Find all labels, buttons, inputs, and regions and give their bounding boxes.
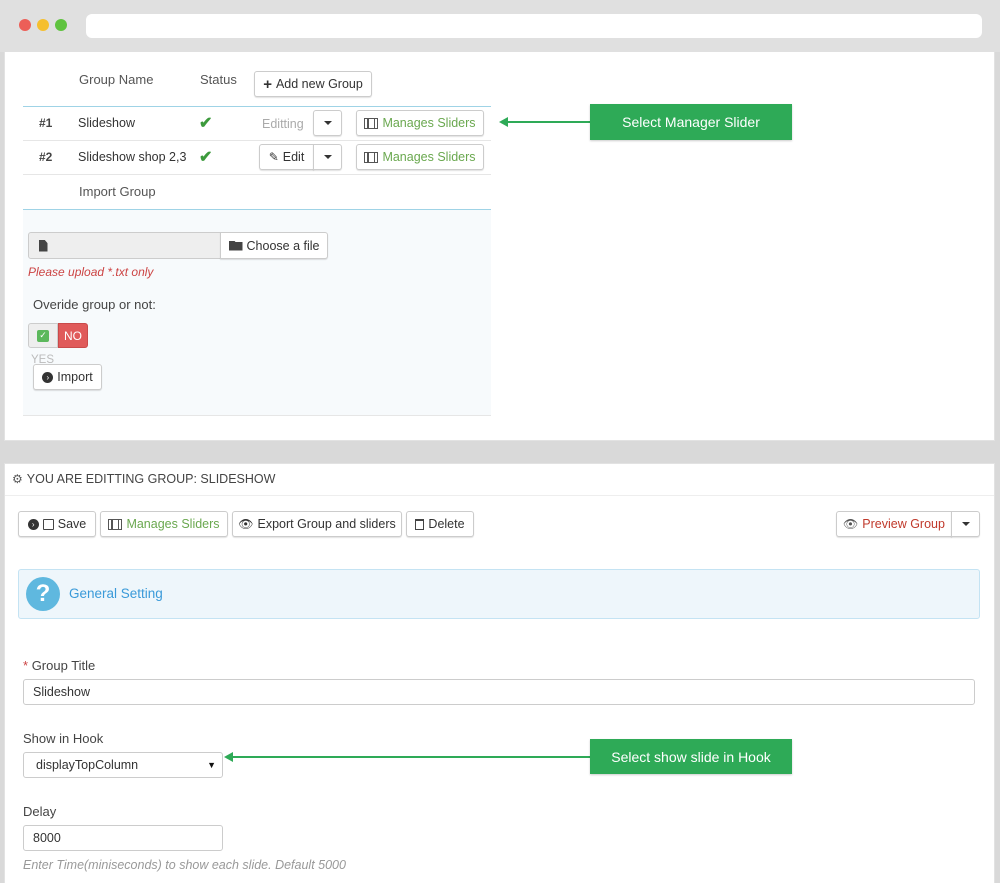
manages-sliders-button[interactable]: Manages Sliders: [356, 110, 484, 136]
callout-select-manager: Select Manager Slider: [590, 104, 792, 140]
preview-group-button[interactable]: 👁 Preview Group: [836, 511, 952, 537]
row-number: #1: [39, 116, 53, 130]
floppy-icon: [42, 518, 54, 530]
arrow-circle-right-icon: ›: [27, 518, 39, 530]
checkbox-checked-icon: ✓: [37, 329, 49, 342]
delay-hint: Enter Time(miniseconds) to show each sli…: [23, 858, 346, 872]
row-divider: [23, 140, 491, 141]
file-icon: [28, 232, 58, 259]
override-label: Overide group or not:: [33, 297, 156, 312]
row-number: #2: [39, 150, 53, 164]
check-icon: ✔: [199, 115, 213, 132]
panel-heading-divider: [5, 495, 994, 496]
cogs-icon: ⚙: [12, 472, 23, 486]
hook-label: Show in Hook: [23, 731, 104, 746]
callout-select-hook: Select show slide in Hook: [590, 739, 792, 774]
general-setting-title: General Setting: [69, 586, 163, 601]
column-header-group-name: Group Name: [79, 72, 154, 87]
close-window-icon[interactable]: [19, 19, 31, 31]
group-name: Slideshow: [78, 116, 135, 130]
save-button[interactable]: › Save: [18, 511, 96, 537]
table-header-divider: [23, 106, 491, 107]
caret-down-icon: [323, 121, 332, 125]
trash-icon: [415, 518, 425, 530]
delay-input[interactable]: 8000: [23, 825, 223, 851]
manages-sliders-button[interactable]: Manages Sliders: [100, 511, 228, 537]
column-header-status: Status: [200, 72, 237, 87]
import-button[interactable]: › Import: [33, 364, 102, 390]
minimize-window-icon[interactable]: [37, 19, 49, 31]
address-bar[interactable]: [86, 14, 982, 38]
hook-select[interactable]: displayTopColumn ▼: [23, 752, 223, 778]
film-icon: [364, 151, 379, 163]
upload-hint: Please upload *.txt only: [28, 265, 154, 279]
callout-line: [507, 121, 590, 123]
group-title-input[interactable]: Slideshow: [23, 679, 975, 705]
export-group-button[interactable]: 👁 Export Group and sliders: [232, 511, 402, 537]
panel-title: YOU ARE EDITTING GROUP: SLIDESHOW: [26, 472, 276, 486]
film-icon: [108, 518, 123, 530]
import-group-label: Import Group: [79, 184, 156, 199]
caret-down-icon: [961, 522, 970, 526]
editing-label: Editting: [262, 117, 304, 131]
manages-sliders-button[interactable]: Manages Sliders: [356, 144, 484, 170]
check-icon: ✔: [199, 149, 213, 166]
folder-open-icon: [228, 240, 243, 251]
panel-heading: ⚙ YOU ARE EDITTING GROUP: SLIDESHOW: [12, 472, 275, 486]
group-name: Slideshow shop 2,3: [78, 150, 187, 164]
edit-button[interactable]: ✎ Edit: [259, 144, 314, 170]
row-dropdown-toggle[interactable]: [313, 144, 342, 170]
file-path-input[interactable]: [57, 232, 221, 259]
choose-file-button[interactable]: Choose a file: [220, 232, 328, 259]
callout-line: [232, 756, 590, 758]
toggle-no[interactable]: NO: [58, 323, 88, 348]
row-divider: [23, 174, 491, 175]
maximize-window-icon[interactable]: [55, 19, 67, 31]
delete-button[interactable]: Delete: [406, 511, 474, 537]
row-dropdown-toggle[interactable]: [313, 110, 342, 136]
preview-dropdown-toggle[interactable]: [951, 511, 980, 537]
select-arrow-icon: ▼: [207, 760, 216, 770]
film-icon: [364, 117, 379, 129]
question-icon: ?: [26, 577, 60, 611]
pencil-icon: ✎: [268, 150, 279, 164]
group-title-label: * Group Title: [23, 658, 96, 673]
delay-label: Delay: [23, 804, 57, 819]
eye-icon: 👁: [843, 517, 859, 531]
eye-icon: 👁: [238, 517, 254, 531]
caret-down-icon: [323, 155, 332, 159]
arrow-circle-right-icon: ›: [42, 371, 54, 383]
plus-icon: +: [263, 75, 272, 93]
toggle-yes[interactable]: ✓: [28, 323, 58, 348]
add-new-group-button[interactable]: + Add new Group: [254, 71, 372, 97]
